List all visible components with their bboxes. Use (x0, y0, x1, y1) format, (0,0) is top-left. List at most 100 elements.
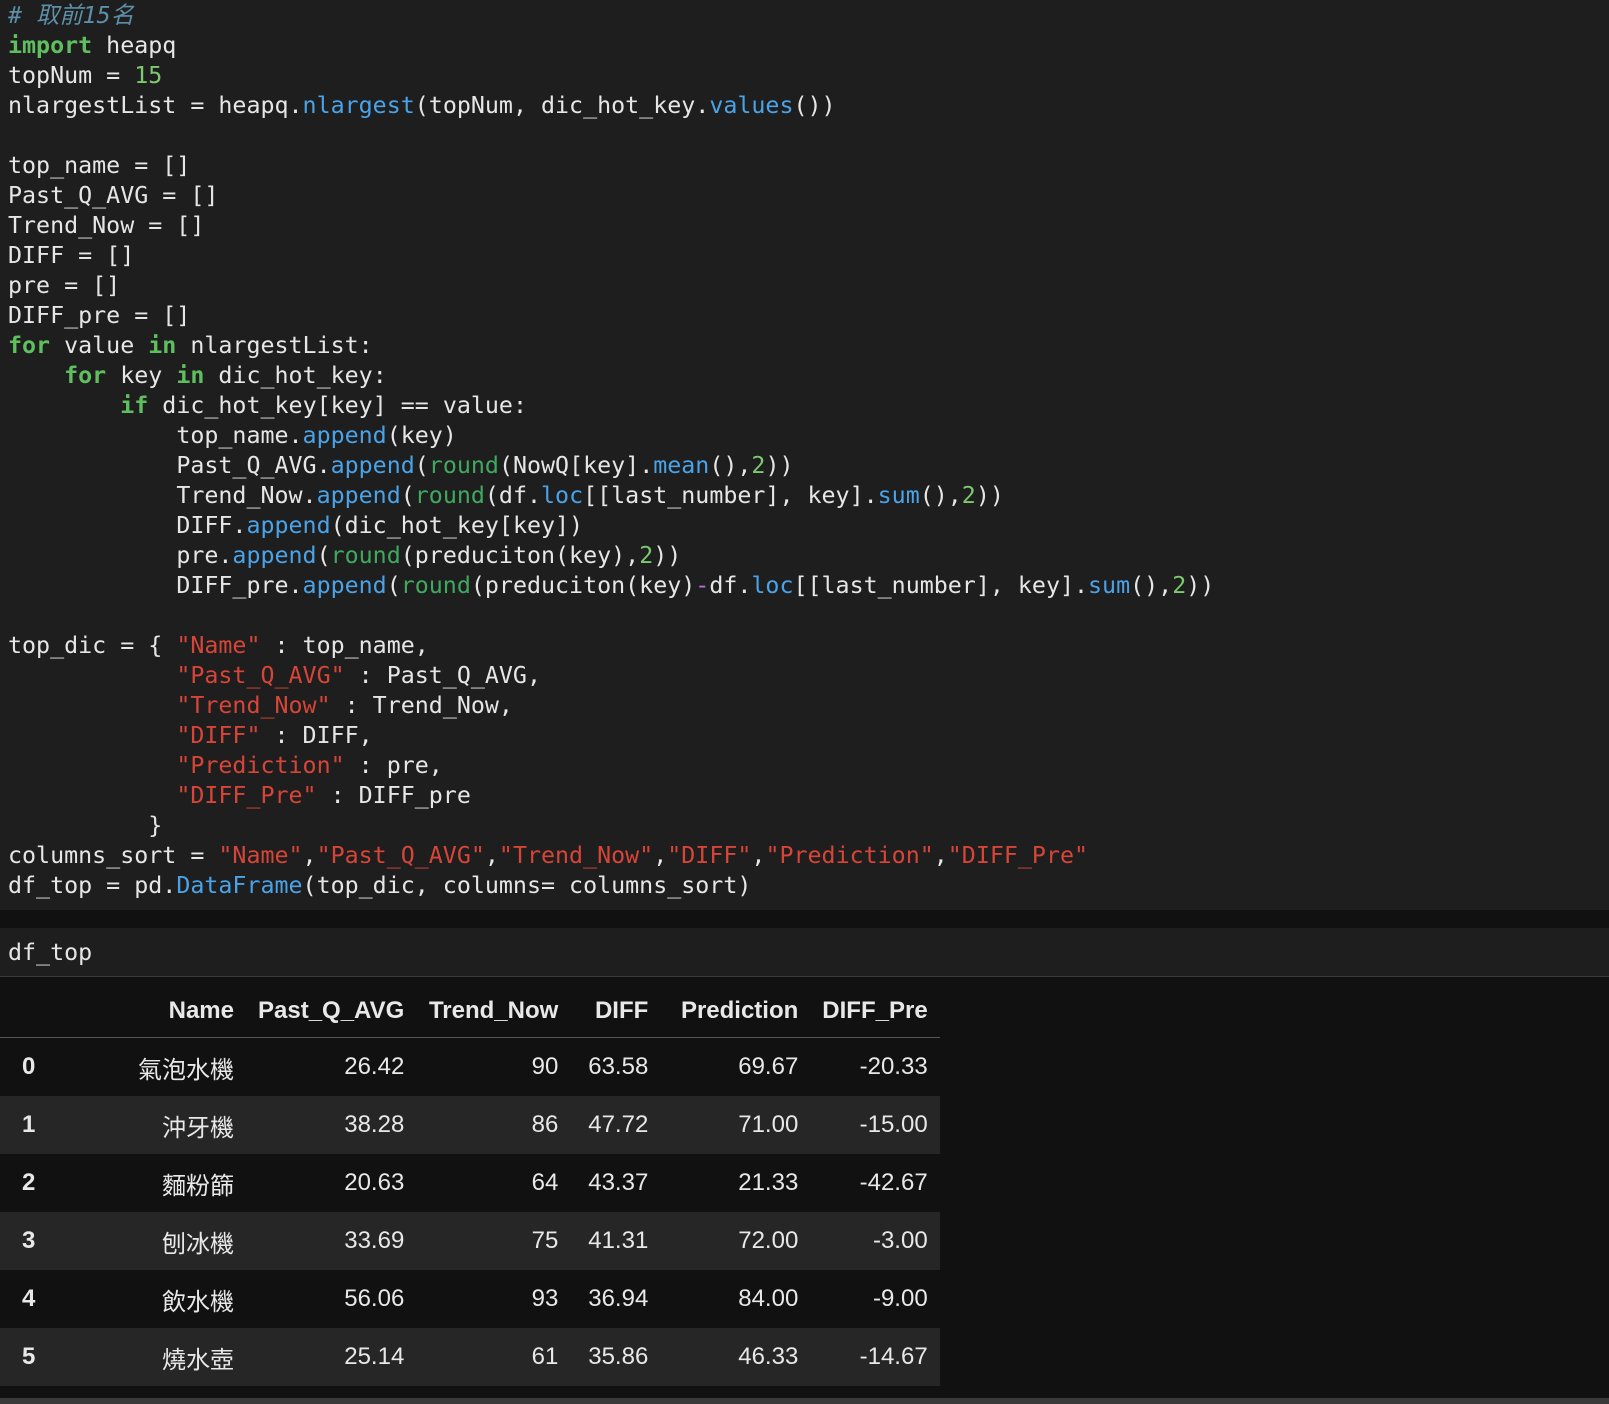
code-keyword: for (64, 362, 107, 389)
code-token: )) (765, 452, 794, 479)
code-function: loc (541, 482, 584, 509)
code-string: "DIFF_Pre" (176, 782, 317, 809)
code-token: : Trend_Now, (330, 692, 513, 719)
code-builtin: round (330, 542, 401, 569)
code-builtin: round (400, 572, 471, 599)
table-cell: 33.69 (344, 1227, 405, 1254)
code-token: df_top = pd. (8, 872, 177, 899)
table-cell: 飲水機 (162, 1288, 234, 1316)
code-keyword: import (8, 32, 93, 59)
table-row: 3 刨冰機 33.69 75 41.31 72.00 -3.00 (0, 1212, 940, 1270)
table-cell: 麵粉篩 (162, 1172, 234, 1200)
code-token: DIFF. (176, 512, 247, 539)
code-cell[interactable]: # 取前15名 import heapq topNum = 15 nlarges… (0, 0, 1609, 910)
code-function: mean (653, 452, 710, 479)
table-row: 1 沖牙機 38.28 86 47.72 71.00 -15.00 (0, 1096, 940, 1154)
code-string: "DIFF" (176, 722, 261, 749)
table-row: 4 飲水機 56.06 93 36.94 84.00 -9.00 (0, 1270, 940, 1328)
code-token: : DIFF_pre (316, 782, 471, 809)
table-row: 0 氣泡水機 26.42 90 63.58 69.67 -20.33 (0, 1037, 940, 1096)
table-cell: 47.72 (588, 1111, 649, 1138)
column-header: DIFF_Pre (810, 985, 940, 1038)
table-cell: -42.67 (859, 1169, 928, 1196)
code-token: nlargestList: (176, 332, 373, 359)
code-token: : Past_Q_AVG, (344, 662, 541, 689)
code-token: : pre, (344, 752, 443, 779)
code-function: append (232, 542, 317, 569)
table-cell: 43.37 (588, 1169, 649, 1196)
table-cell: 沖牙機 (162, 1114, 234, 1142)
table-cell: 21.33 (738, 1169, 799, 1196)
table-cell: 41.31 (588, 1227, 649, 1254)
table-cell: -20.33 (859, 1053, 928, 1080)
input-cell[interactable]: df_top (0, 928, 1609, 977)
table-cell: 90 (531, 1053, 559, 1080)
row-index: 2 (22, 1169, 36, 1196)
code-token: top_name = [] (8, 152, 191, 179)
row-index: 5 (22, 1343, 36, 1370)
code-token: heapq (92, 32, 177, 59)
code-operator: - (695, 572, 710, 599)
code-token: )) (653, 542, 682, 569)
code-function: sum (877, 482, 920, 509)
table-cell: 56.06 (344, 1285, 405, 1312)
code-builtin: round (428, 452, 499, 479)
code-token: dic_hot_key: (204, 362, 387, 389)
code-token: ( (400, 482, 415, 509)
table-cell: 46.33 (738, 1343, 799, 1370)
table-cell: 氣泡水機 (138, 1056, 234, 1084)
code-token: } (148, 812, 163, 839)
code-token: (dic_hot_key[key]) (330, 512, 584, 539)
table-cell: 93 (531, 1285, 559, 1312)
dataframe-table: Name Past_Q_AVG Trend_Now DIFF Predictio… (0, 985, 940, 1386)
input-cell-code[interactable]: df_top (0, 928, 1609, 968)
column-header: Name (94, 985, 246, 1038)
code-function: append (316, 482, 401, 509)
code-number: 2 (639, 542, 654, 569)
code-token: top_name. (176, 422, 303, 449)
code-keyword: if (120, 392, 149, 419)
code-token: ( (386, 572, 401, 599)
table-row: 2 麵粉篩 20.63 64 43.37 21.33 -42.67 (0, 1154, 940, 1212)
code-token: , (653, 842, 668, 869)
code-token: , (484, 842, 499, 869)
code-function: append (246, 512, 331, 539)
table-cell: 69.67 (738, 1053, 799, 1080)
code-keyword: in (148, 332, 177, 359)
table-cell: -14.67 (859, 1343, 928, 1370)
code-token: pre. (176, 542, 233, 569)
code-token: Trend_Now = [] (8, 212, 205, 239)
table-cell: 35.86 (588, 1343, 649, 1370)
table-cell: 71.00 (738, 1111, 799, 1138)
code-string: "Trend_Now" (498, 842, 654, 869)
code-token: )) (975, 482, 1004, 509)
code-keyword: for (8, 332, 51, 359)
code-function: DataFrame (176, 872, 303, 899)
code-string: "Name" (218, 842, 303, 869)
code-token: top_dic = { (8, 632, 177, 659)
row-index: 1 (22, 1111, 36, 1138)
table-cell: -9.00 (872, 1285, 928, 1312)
code-token: ()) (793, 92, 836, 119)
table-cell: 20.63 (344, 1169, 405, 1196)
table-cell: -15.00 (859, 1111, 928, 1138)
code-editor[interactable]: # 取前15名 import heapq topNum = 15 nlarges… (0, 0, 1609, 901)
code-token: : top_name, (260, 632, 429, 659)
code-token: (df. (484, 482, 542, 509)
code-token: (), (919, 482, 962, 509)
code-token: topNum = (8, 62, 135, 89)
code-function: append (302, 422, 387, 449)
code-token: (preduciton(key), (400, 542, 640, 569)
code-number: 2 (751, 452, 766, 479)
code-token: DIFF_pre. (176, 572, 303, 599)
table-cell: 86 (531, 1111, 559, 1138)
horizontal-scrollbar[interactable] (0, 1398, 1609, 1404)
table-cell: 26.42 (344, 1053, 405, 1080)
code-comment: # 取前15名 (8, 2, 134, 29)
code-token: dic_hot_key[key] == value: (148, 392, 527, 419)
code-function: nlargest (302, 92, 415, 119)
code-token: [[last_number], key]. (583, 482, 878, 509)
code-function: loc (751, 572, 794, 599)
code-token: (topNum, dic_hot_key. (414, 92, 710, 119)
code-token: df. (709, 572, 752, 599)
